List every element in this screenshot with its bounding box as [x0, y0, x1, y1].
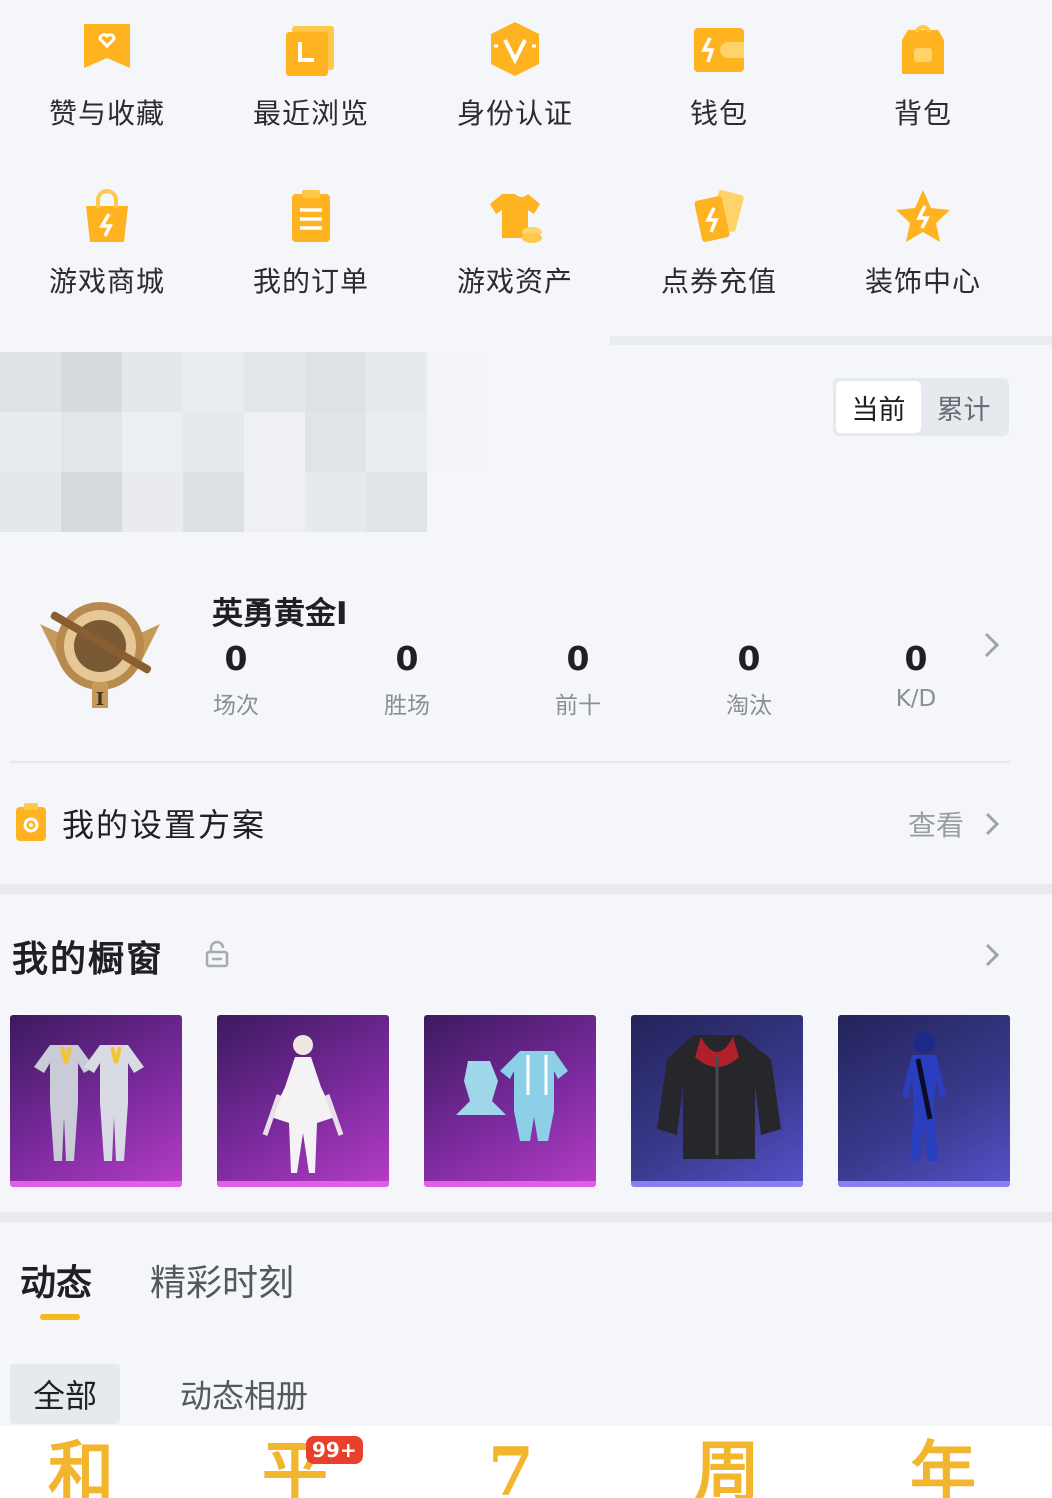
outfit-suits-icon	[34, 1045, 144, 1161]
stat-label: 前十	[555, 693, 601, 719]
stat-value: 0	[904, 639, 928, 678]
jacket-icon	[657, 1035, 781, 1159]
quick-menu-row-1: 赞与收藏 最近浏览 身份认证 钱包 背包	[0, 18, 1020, 158]
stat-value: 0	[737, 639, 761, 678]
menu-item-label: 我的订单	[252, 265, 369, 298]
blurred-profile-mosaic	[0, 352, 488, 532]
menu-item-label: 背包	[893, 97, 952, 130]
stat-label: 胜场	[384, 693, 430, 719]
stat-value: 0	[224, 639, 248, 678]
unlock-icon[interactable]	[204, 940, 230, 968]
menu-item-game-assets[interactable]: 游戏资产	[418, 186, 612, 326]
menu-item-label: 身份认证	[456, 97, 573, 130]
showcase-item-outfit-silver-suits[interactable]	[10, 1015, 182, 1187]
chevron-right-icon	[982, 810, 1002, 838]
stat-kd: 0 K/D	[831, 636, 1001, 712]
shopping-bag-icon	[76, 186, 138, 248]
chevron-right-icon[interactable]	[980, 630, 1002, 660]
menu-item-game-store[interactable]: 游戏商城	[10, 186, 204, 326]
section-divider	[610, 336, 1052, 345]
stat-wins: 0 胜场	[322, 636, 492, 720]
menu-item-label: 钱包	[689, 97, 748, 130]
stat-top-ten: 0 前十	[493, 636, 663, 720]
banner-char: 7	[488, 1433, 534, 1498]
order-clipboard-icon	[280, 186, 342, 248]
notification-badge: 99+	[306, 1436, 363, 1464]
rank-gold-badge-icon: I	[34, 588, 166, 716]
stat-matches: 0 场次	[151, 636, 321, 720]
menu-item-decoration[interactable]: 装饰中心	[826, 186, 1020, 326]
blue-suit-icon	[902, 1032, 946, 1161]
settings-scheme-row[interactable]: 我的设置方案 查看	[0, 792, 1052, 856]
menu-item-backpack[interactable]: 背包	[826, 18, 1020, 158]
verify-v-icon	[484, 18, 546, 80]
settings-clipboard-icon	[14, 802, 48, 842]
toggle-cumulative[interactable]: 累计	[921, 381, 1006, 433]
menu-item-orders[interactable]: 我的订单	[214, 186, 408, 326]
showcase-item-black-jacket[interactable]	[631, 1015, 803, 1187]
chevron-right-icon[interactable]	[982, 940, 1002, 970]
outfit-dress-icon	[262, 1035, 344, 1173]
showcase-cards	[10, 1015, 1010, 1187]
stat-value: 0	[395, 639, 419, 678]
menu-item-label: 装饰中心	[864, 265, 981, 298]
showcase-title: 我的橱窗	[12, 939, 165, 980]
menu-item-label: 点券充值	[660, 265, 777, 298]
tshirt-coin-icon	[484, 186, 546, 248]
menu-item-favorites[interactable]: 赞与收藏	[10, 18, 204, 158]
menu-item-label: 游戏商城	[48, 265, 165, 298]
favorite-bookmark-icon	[76, 18, 138, 80]
active-tab-indicator	[40, 1314, 80, 1320]
showcase-item-blue-suit[interactable]	[838, 1015, 1010, 1187]
menu-item-label: 游戏资产	[456, 265, 573, 298]
showcase-item-outfit-white-dress[interactable]	[217, 1015, 389, 1187]
rank-stats: 0 场次 0 胜场 0 前十 0 淘汰 0 K/D	[150, 636, 1000, 726]
menu-item-label: 最近浏览	[252, 97, 369, 130]
outfit-blue-set-icon	[456, 1051, 568, 1141]
coupon-cards-icon	[688, 186, 750, 248]
toggle-current[interactable]: 当前	[836, 381, 921, 433]
menu-item-wallet[interactable]: 钱包	[622, 18, 816, 158]
banner-char: 和	[48, 1433, 114, 1498]
section-separator	[0, 884, 1052, 894]
stat-eliminations: 0 淘汰	[664, 636, 834, 720]
menu-item-recent[interactable]: 最近浏览	[214, 18, 408, 158]
rank-title: 英勇黄金Ⅰ	[212, 596, 348, 632]
svg-text:I: I	[96, 689, 104, 710]
wallet-icon	[688, 18, 750, 80]
menu-item-topup[interactable]: 点券充值	[622, 186, 816, 326]
settings-title: 我的设置方案	[62, 806, 267, 844]
tab-activity[interactable]: 动态	[20, 1254, 92, 1306]
recent-history-icon	[280, 18, 342, 80]
stat-value: 0	[566, 639, 590, 678]
section-separator	[0, 1212, 1052, 1222]
star-bolt-icon	[892, 186, 954, 248]
showcase-item-outfit-blue-set[interactable]	[424, 1015, 596, 1187]
divider	[10, 761, 1010, 763]
stat-label: 场次	[213, 693, 259, 719]
subtab-all[interactable]: 全部	[10, 1364, 120, 1424]
menu-item-verification[interactable]: 身份认证	[418, 18, 612, 158]
menu-item-label: 赞与收藏	[48, 97, 165, 130]
quick-menu-row-2: 游戏商城 我的订单 游戏资产 点券充值 装饰中心	[0, 186, 1020, 326]
banner-char: 年	[910, 1433, 976, 1498]
quick-menu: 赞与收藏 最近浏览 身份认证 钱包 背包 游戏商城 我的订单 游戏资产 点券充值…	[0, 0, 1052, 345]
tab-highlights[interactable]: 精彩时刻	[150, 1254, 294, 1306]
subtab-album[interactable]: 动态相册	[180, 1364, 308, 1424]
period-toggle: 当前 累计	[833, 378, 1009, 436]
stat-label: 淘汰	[726, 693, 772, 719]
backpack-icon	[892, 18, 954, 80]
view-link[interactable]: 查看	[908, 804, 964, 844]
banner-char: 周	[694, 1433, 760, 1498]
anniversary-banner[interactable]: 和 平 99+ 7 周 年	[0, 1426, 1052, 1498]
stat-label: K/D	[895, 686, 937, 712]
